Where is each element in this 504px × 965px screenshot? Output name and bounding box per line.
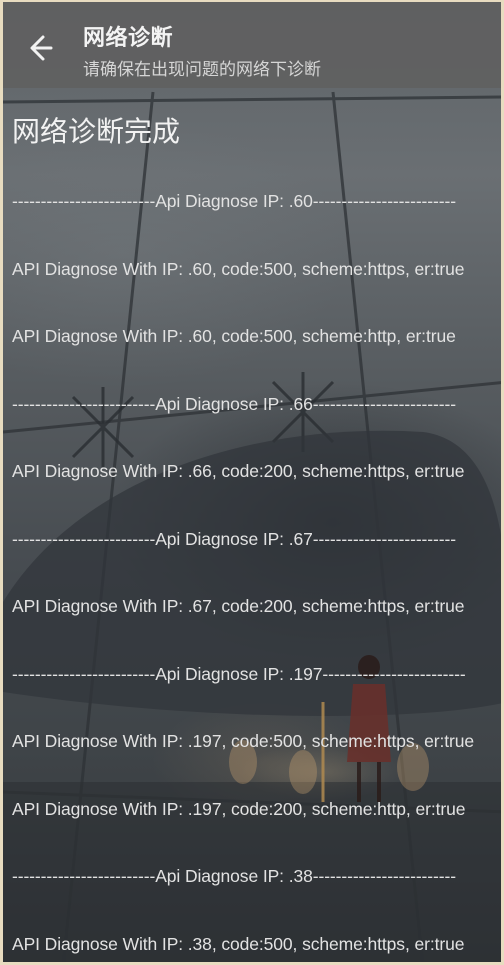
log-line: API Diagnose With IP: .66, code:200, sch…: [12, 461, 465, 481]
log-line: -------------------------Api Diagnose IP…: [12, 393, 456, 414]
log-line: -------------------------Api Diagnose IP…: [12, 528, 456, 549]
log-line: API Diagnose With IP: .60, code:500, sch…: [12, 258, 465, 279]
log-line: -------------------------Api Diagnose IP…: [12, 663, 466, 684]
app-bar: 网络诊断 请确保在出现问题的网络下诊断: [3, 2, 501, 88]
log-line: API Diagnose With IP: .38, code:500, sch…: [12, 933, 465, 954]
diagnose-status-title: 网络诊断完成: [12, 115, 181, 148]
log-line: API Diagnose With IP: .197, code:500, sc…: [12, 731, 474, 751]
page-subtitle: 请确保在出现问题的网络下诊断: [83, 60, 321, 80]
log-line: API Diagnose With IP: .67, code:200, sch…: [12, 596, 465, 616]
back-arrow-icon: [30, 35, 53, 61]
log-line: -------------------------Api Diagnose IP…: [12, 191, 456, 211]
diagnose-log-panel: 网络诊断完成 -------------------------Api Diag…: [12, 112, 501, 962]
app-screen: 网络诊断 请确保在出现问题的网络下诊断 网络诊断完成 -------------…: [0, 0, 504, 965]
log-line: -------------------------Api Diagnose IP…: [12, 866, 456, 886]
back-button[interactable]: [21, 26, 65, 70]
log-line: API Diagnose With IP: .197, code:200, sc…: [12, 798, 466, 819]
page-title: 网络诊断: [83, 26, 174, 51]
log-line: API Diagnose With IP: .60, code:500, sch…: [12, 326, 456, 346]
